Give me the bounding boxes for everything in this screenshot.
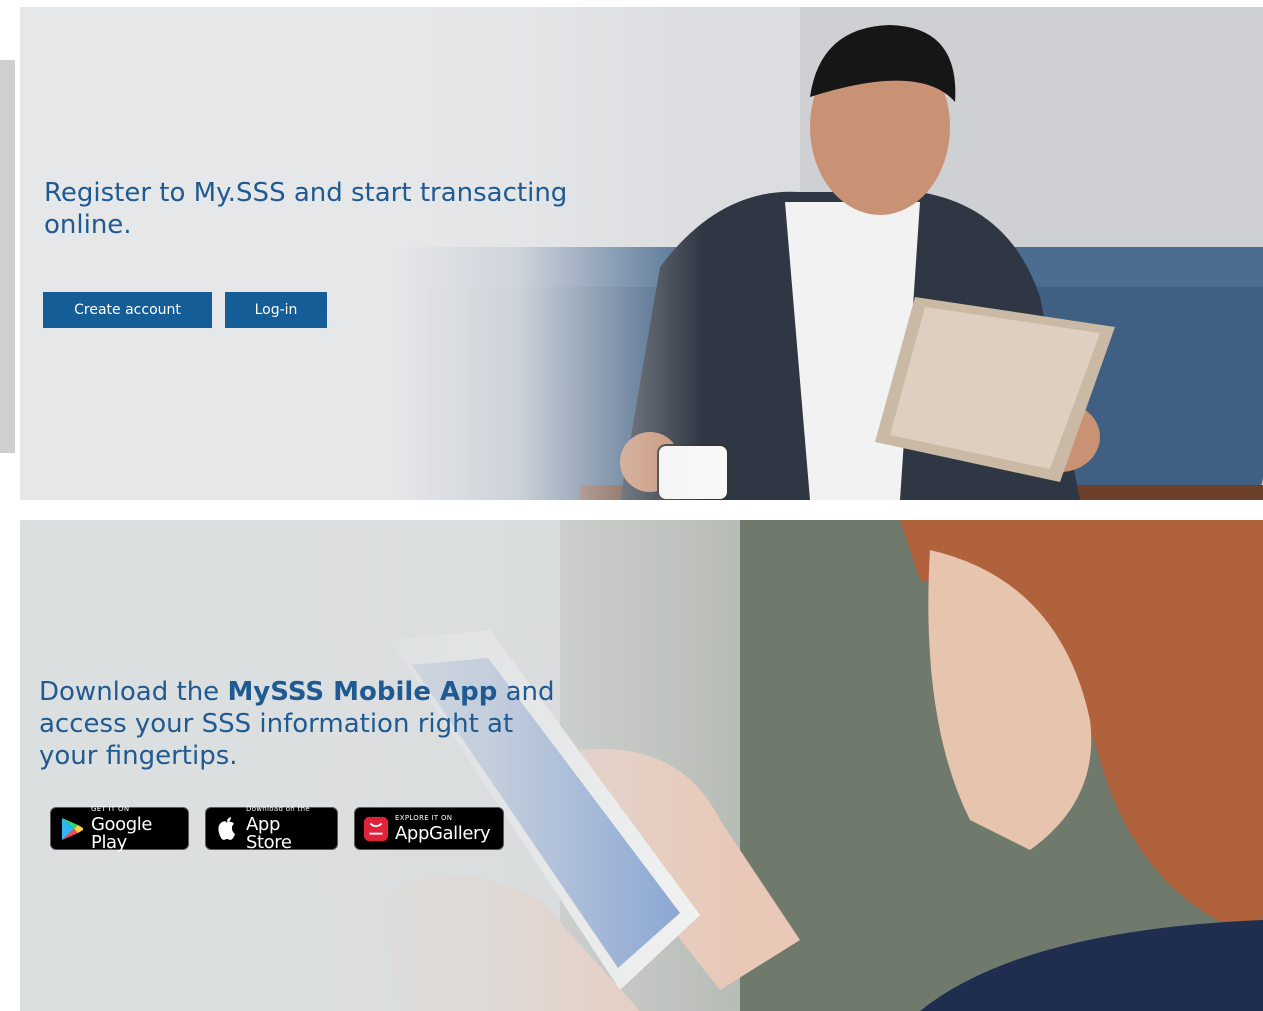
register-headline: Register to My.SSS and start transacting… (44, 178, 568, 240)
side-strip (0, 60, 15, 453)
google-play-icon (59, 816, 85, 842)
mobile-app-headline: Download the MySSS Mobile App and access… (39, 677, 555, 771)
appgallery-badge[interactable]: EXPLORE IT ON AppGallery (354, 807, 504, 850)
login-button[interactable]: Log-in (225, 292, 327, 328)
google-play-badge[interactable]: GET IT ON Google Play (50, 805, 189, 851)
app-store-badge[interactable]: Download on the App Store (205, 805, 338, 851)
register-banner: Register to My.SSS and start transacting… (20, 7, 1263, 500)
apple-icon (214, 816, 240, 842)
huawei-icon (363, 816, 389, 842)
create-account-button[interactable]: Create account (43, 292, 212, 328)
mobile-app-banner: Download the MySSS Mobile App and access… (20, 520, 1263, 1011)
mysss-mobile-app-name: MySSS Mobile App (227, 677, 498, 707)
